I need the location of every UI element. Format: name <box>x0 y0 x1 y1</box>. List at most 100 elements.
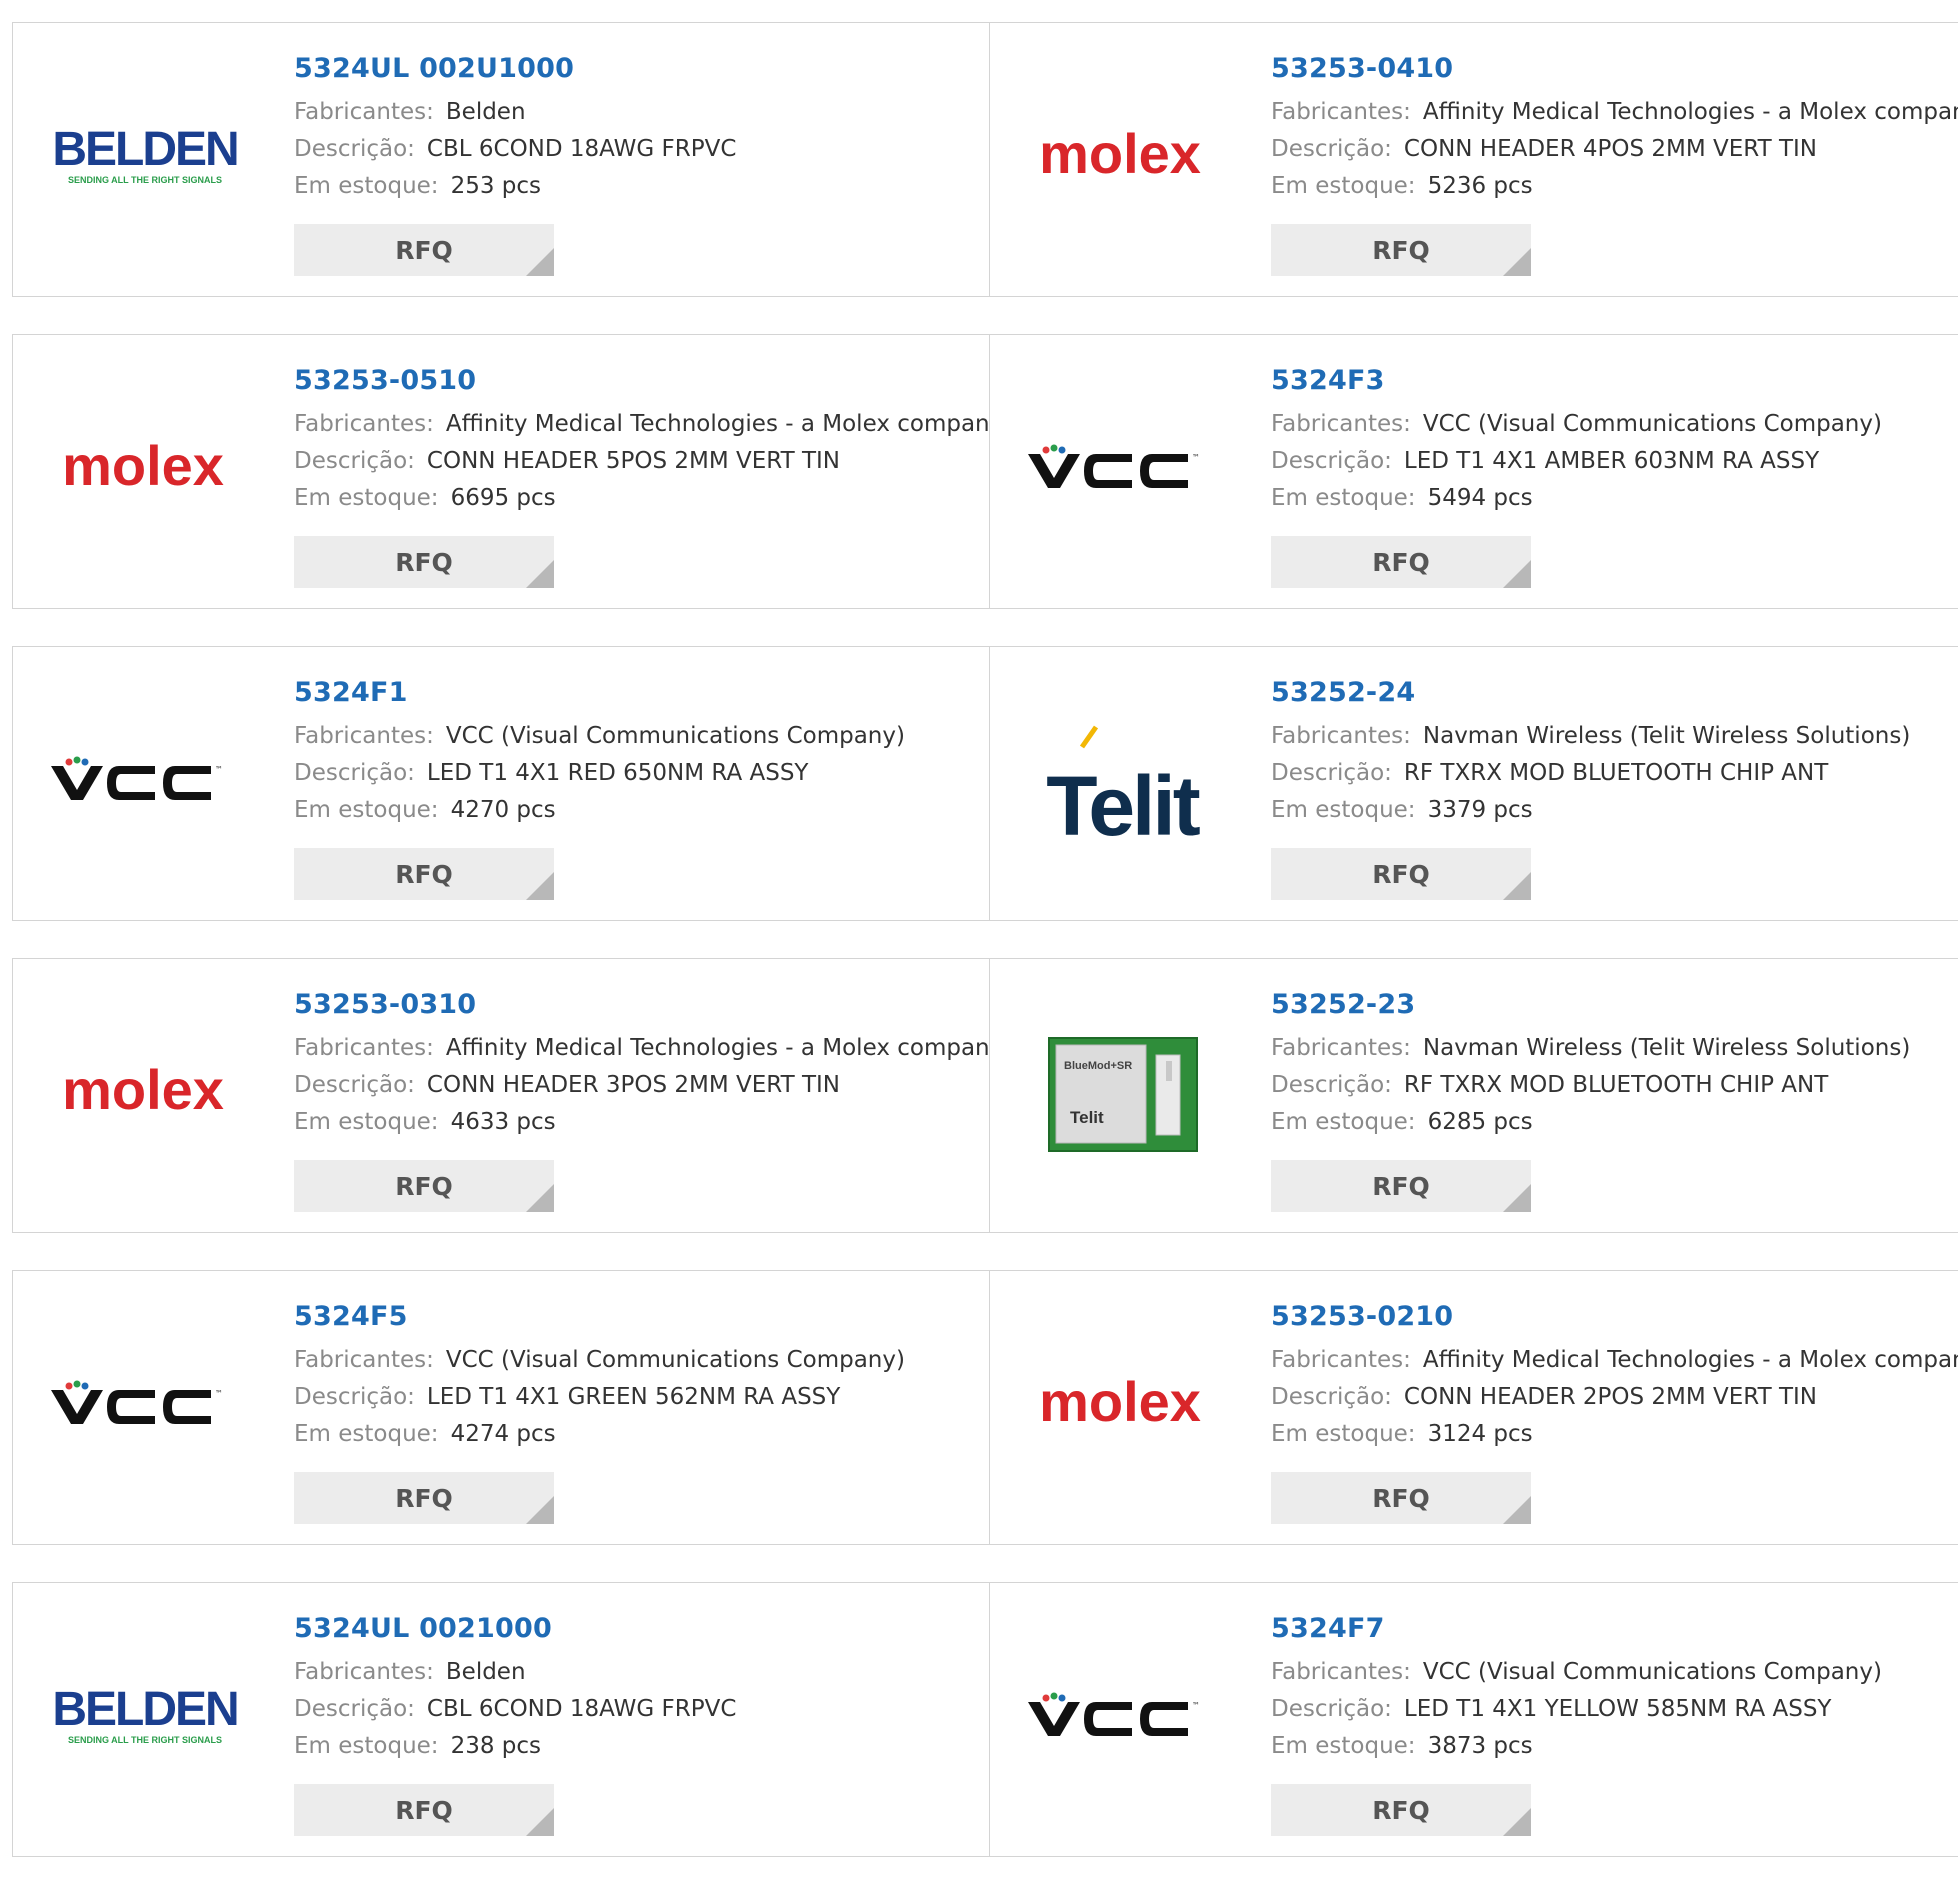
product-part-link[interactable]: 5324F7 <box>1271 1613 1882 1644</box>
product-card: VCC ™ 5324F3 Fabricantes: VCC (Visual Com… <box>989 334 1958 609</box>
product-card: BELDEN SENDING ALL THE RIGHT SIGNALS 532… <box>12 1582 991 1857</box>
product-card: BELDEN SENDING ALL THE RIGHT SIGNALS 532… <box>12 22 991 297</box>
rfq-button[interactable]: RFQ <box>294 1784 554 1836</box>
product-part-link[interactable]: 53253-0210 <box>1271 1301 1958 1332</box>
rfq-button[interactable]: RFQ <box>1271 536 1531 588</box>
manufacturer-value: Belden <box>445 99 526 125</box>
rfq-label: RFQ <box>395 235 453 265</box>
molex-logo[interactable]: molex <box>43 405 248 535</box>
manufacturer-value: Navman Wireless (Telit Wireless Solution… <box>1422 1035 1911 1061</box>
rfq-corner-decoration <box>1503 560 1531 588</box>
manufacturer-label: Fabricantes: <box>1271 1347 1411 1373</box>
rfq-button[interactable]: RFQ <box>294 536 554 588</box>
description-label: Descrição: <box>294 136 415 162</box>
telit-logo[interactable]: Telit <box>1020 717 1225 847</box>
stock-label: Em estoque: <box>1271 1421 1416 1447</box>
description-label: Descrição: <box>1271 136 1392 162</box>
molex-logo[interactable]: molex <box>1020 93 1225 223</box>
stock-line: Em estoque: 238 pcs <box>294 1728 736 1765</box>
product-part-link[interactable]: 53253-0410 <box>1271 53 1958 84</box>
belden-logo[interactable]: BELDEN SENDING ALL THE RIGHT SIGNALS <box>43 93 248 223</box>
rfq-button[interactable]: RFQ <box>1271 224 1531 276</box>
description-value: CBL 6COND 18AWG FRPVC <box>426 1696 737 1722</box>
rfq-button[interactable]: RFQ <box>294 848 554 900</box>
description-label: Descrição: <box>1271 1696 1392 1722</box>
svg-text:BELDEN: BELDEN <box>52 123 237 176</box>
product-info: 53253-0510 Fabricantes: Affinity Medical … <box>294 365 1003 517</box>
description-label: Descrição: <box>1271 448 1392 474</box>
description-value: CBL 6COND 18AWG FRPVC <box>426 136 737 162</box>
product-card: molex 53253-0210 Fabricantes: Affinity Me… <box>989 1270 1958 1545</box>
stock-line: Em estoque: 5236 pcs <box>1271 168 1958 205</box>
rfq-label: RFQ <box>395 547 453 577</box>
product-part-link[interactable]: 53253-0510 <box>294 365 1003 396</box>
stock-line: Em estoque: 6285 pcs <box>1271 1104 1910 1141</box>
description-value: RF TXRX MOD BLUETOOTH CHIP ANT <box>1403 760 1829 786</box>
manufacturer-line: Fabricantes: Navman Wireless (Telit Wirel… <box>1271 718 1910 755</box>
rfq-button[interactable]: RFQ <box>1271 1160 1531 1212</box>
vcc-logo[interactable]: VCC ™ <box>43 1341 248 1471</box>
product-part-link[interactable]: 5324UL 0021000 <box>294 1613 736 1644</box>
rfq-button[interactable]: RFQ <box>294 224 554 276</box>
description-line: Descrição: RF TXRX MOD BLUETOOTH CHIP ANT <box>1271 755 1910 792</box>
rfq-label: RFQ <box>1372 1795 1430 1825</box>
product-info: 5324F1 Fabricantes: VCC (Visual Communica… <box>294 677 905 829</box>
product-part-link[interactable]: 53252-23 <box>1271 989 1910 1020</box>
molex-logo[interactable]: molex <box>43 1029 248 1159</box>
description-line: Descrição: CBL 6COND 18AWG FRPVC <box>294 131 736 168</box>
rfq-corner-decoration <box>526 1808 554 1836</box>
product-row: VCC ™ 5324F5 Fabricantes: VCC (Visual Com… <box>12 1270 1958 1545</box>
rfq-button[interactable]: RFQ <box>1271 1784 1531 1836</box>
product-part-link[interactable]: 5324F1 <box>294 677 905 708</box>
rfq-button[interactable]: RFQ <box>294 1472 554 1524</box>
description-line: Descrição: LED T1 4X1 GREEN 562NM RA ASSY <box>294 1379 905 1416</box>
stock-value: 238 pcs <box>450 1733 542 1759</box>
description-label: Descrição: <box>294 760 415 786</box>
description-value: LED T1 4X1 YELLOW 585NM RA ASSY <box>1403 1696 1832 1722</box>
rfq-button[interactable]: RFQ <box>294 1160 554 1212</box>
rfq-corner-decoration <box>1503 1496 1531 1524</box>
description-label: Descrição: <box>294 1696 415 1722</box>
vcc-logo[interactable]: VCC ™ <box>1020 1653 1225 1783</box>
product-part-link[interactable]: 5324F3 <box>1271 365 1882 396</box>
product-card: molex 53253-0410 Fabricantes: Affinity Me… <box>989 22 1958 297</box>
svg-text:BlueMod+SR: BlueMod+SR <box>1064 1060 1132 1072</box>
product-part-link[interactable]: 5324UL 002U1000 <box>294 53 736 84</box>
manufacturer-line: Fabricantes: Affinity Medical Technologie… <box>1271 94 1958 131</box>
rfq-button[interactable]: RFQ <box>1271 1472 1531 1524</box>
vcc-logo[interactable]: VCC ™ <box>43 717 248 847</box>
belden-logo[interactable]: BELDEN SENDING ALL THE RIGHT SIGNALS <box>43 1653 248 1783</box>
description-label: Descrição: <box>294 1384 415 1410</box>
product-part-link[interactable]: 53253-0310 <box>294 989 1003 1020</box>
molex-logo[interactable]: molex <box>1020 1341 1225 1471</box>
manufacturer-label: Fabricantes: <box>1271 1035 1411 1061</box>
product-part-link[interactable]: 53252-24 <box>1271 677 1910 708</box>
product-row: BELDEN SENDING ALL THE RIGHT SIGNALS 532… <box>12 1582 1958 1857</box>
rfq-label: RFQ <box>1372 1483 1430 1513</box>
product-info: 53252-23 Fabricantes: Navman Wireless (Te… <box>1271 989 1910 1141</box>
stock-label: Em estoque: <box>294 1109 439 1135</box>
rfq-label: RFQ <box>1372 1171 1430 1201</box>
manufacturer-value: Affinity Medical Technologies - a Molex … <box>1422 99 1958 125</box>
description-line: Descrição: CONN HEADER 5POS 2MM VERT TIN <box>294 443 1003 480</box>
rfq-label: RFQ <box>395 859 453 889</box>
stock-label: Em estoque: <box>294 485 439 511</box>
description-label: Descrição: <box>1271 760 1392 786</box>
description-label: Descrição: <box>1271 1384 1392 1410</box>
vcc-logo[interactable]: VCC ™ <box>1020 405 1225 535</box>
rfq-corner-decoration <box>1503 1184 1531 1212</box>
bluemod-module-image[interactable]: BlueMod+SR Telit <box>1020 1029 1225 1159</box>
product-part-link[interactable]: 5324F5 <box>294 1301 905 1332</box>
description-value: CONN HEADER 3POS 2MM VERT TIN <box>426 1072 841 1098</box>
svg-text:™: ™ <box>215 1389 223 1398</box>
product-card: VCC ™ 5324F1 Fabricantes: VCC (Visual Com… <box>12 646 991 921</box>
manufacturer-label: Fabricantes: <box>1271 411 1411 437</box>
manufacturer-label: Fabricantes: <box>294 1659 434 1685</box>
rfq-button[interactable]: RFQ <box>1271 848 1531 900</box>
rfq-corner-decoration <box>1503 248 1531 276</box>
description-line: Descrição: LED T1 4X1 RED 650NM RA ASSY <box>294 755 905 792</box>
manufacturer-line: Fabricantes: Navman Wireless (Telit Wirel… <box>1271 1030 1910 1067</box>
rfq-corner-decoration <box>526 872 554 900</box>
description-value: LED T1 4X1 AMBER 603NM RA ASSY <box>1403 448 1820 474</box>
manufacturer-line: Fabricantes: VCC (Visual Communications C… <box>1271 406 1882 443</box>
